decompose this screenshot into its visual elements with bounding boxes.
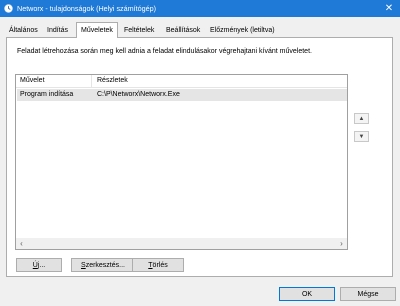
clock-icon [4, 4, 13, 13]
column-header-details[interactable]: Részletek [97, 77, 128, 84]
scroll-right-icon[interactable]: › [336, 238, 347, 249]
tab-history[interactable]: Előzmények (letiltva) [207, 25, 278, 37]
row-details: C:\P\Networx\Networx.Exe [97, 91, 180, 98]
tab-triggers[interactable]: Indítás [44, 25, 71, 37]
edit-button[interactable]: Szerkesztés... [71, 258, 135, 272]
row-action: Program indítása [20, 91, 74, 98]
actions-panel: Feladat létrehozása során meg kell adnia… [6, 37, 393, 277]
column-divider[interactable] [91, 75, 92, 87]
panel-description: Feladat létrehozása során meg kell adnia… [17, 48, 312, 55]
move-down-button[interactable]: ▼ [354, 131, 369, 142]
actions-list[interactable]: Művelet Részletek Program indítása C:\P\… [15, 74, 348, 250]
tab-settings[interactable]: Beállítások [163, 25, 203, 37]
tab-general[interactable]: Általános [6, 25, 41, 37]
column-header-action[interactable]: Művelet [20, 77, 45, 84]
list-item[interactable]: Program indítása C:\P\Networx\Networx.Ex… [17, 89, 347, 101]
ok-button[interactable]: OK [279, 287, 335, 301]
window-title: Networx - tulajdonságok (Helyi számítógé… [17, 4, 157, 13]
scroll-left-icon[interactable]: ‹ [16, 238, 27, 249]
arrow-down-icon: ▼ [358, 133, 365, 140]
horizontal-scrollbar[interactable]: ‹ › [16, 238, 347, 249]
tab-strip: Általános Indítás Műveletek Feltételek B… [6, 22, 394, 38]
move-up-button[interactable]: ▲ [354, 113, 369, 124]
new-button[interactable]: Új... [16, 258, 62, 272]
tab-conditions[interactable]: Feltételek [121, 25, 157, 37]
tab-actions[interactable]: Műveletek [76, 22, 118, 38]
cancel-button[interactable]: Mégse [340, 287, 396, 301]
list-header: Művelet Részletek [16, 75, 347, 88]
title-bar[interactable]: Networx - tulajdonságok (Helyi számítógé… [0, 0, 400, 17]
delete-button[interactable]: Törlés [132, 258, 184, 272]
arrow-up-icon: ▲ [358, 115, 365, 122]
close-button[interactable]: ✕ [378, 0, 400, 17]
